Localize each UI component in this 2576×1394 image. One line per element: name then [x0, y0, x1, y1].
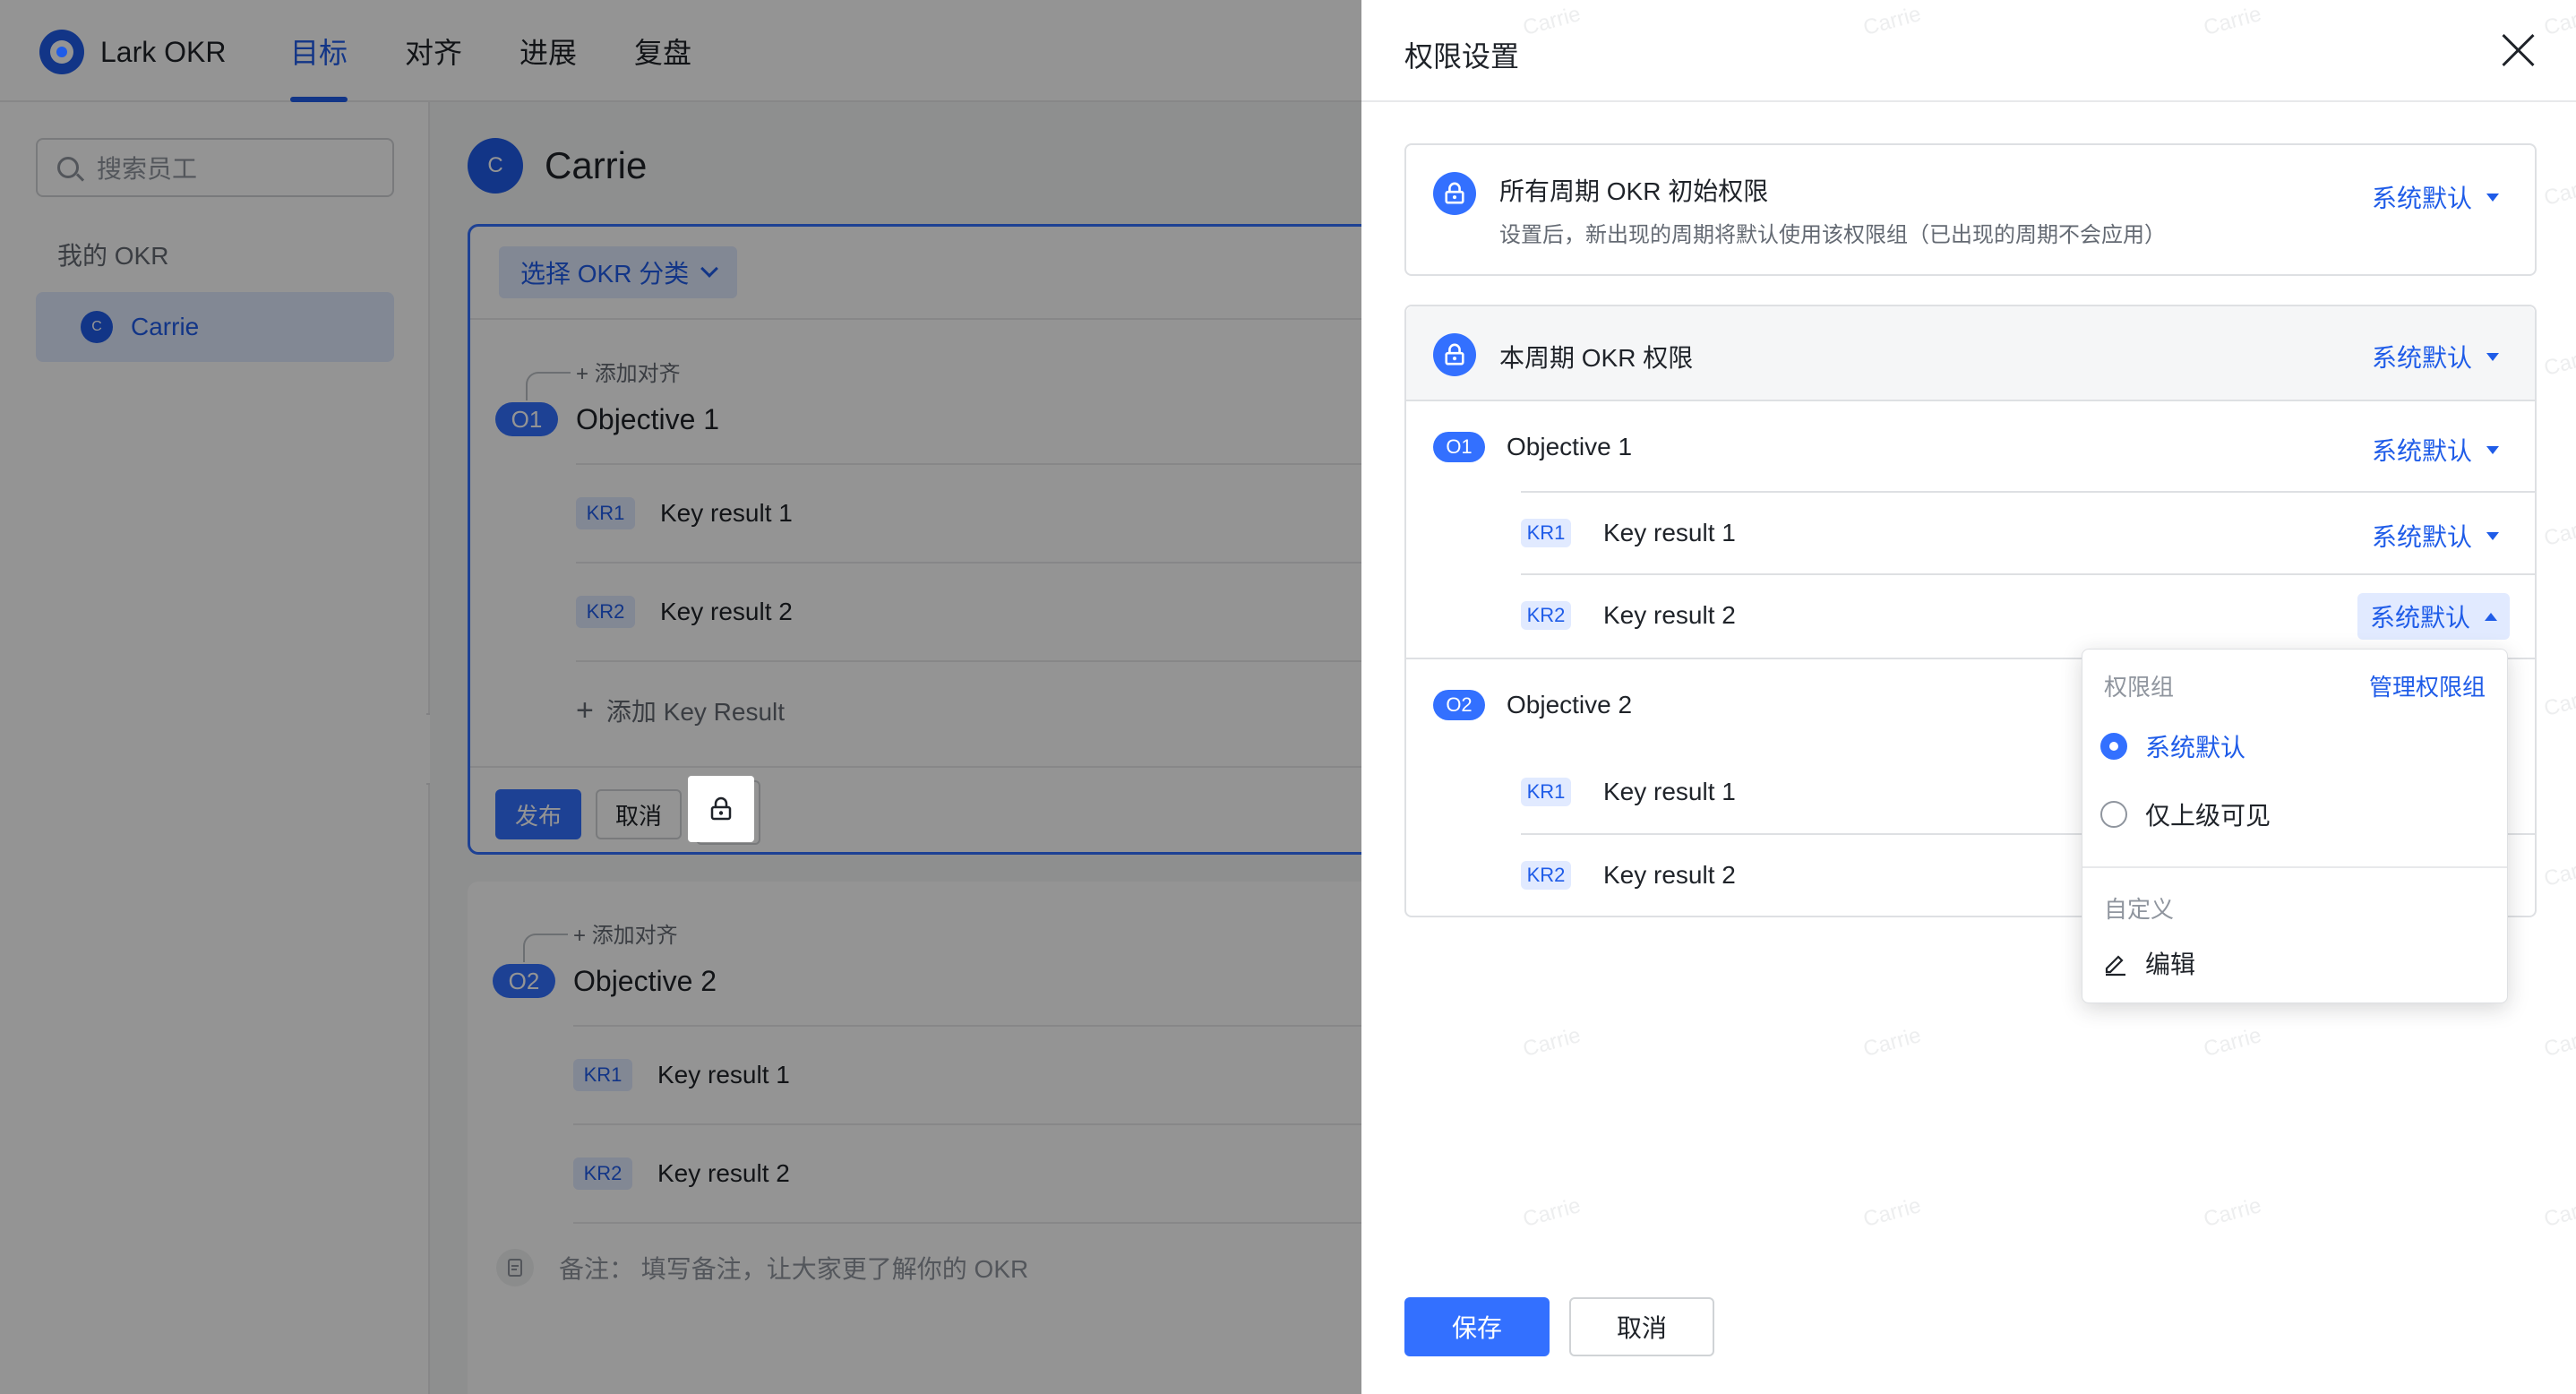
watermark-text: Carrie	[2541, 1023, 2576, 1063]
okr-app: Lark OKR 目标 对齐 进展 复盘 搜索员工 我的 OKR C Carri…	[0, 0, 1361, 1394]
watermark-text: Carrie	[2201, 1023, 2264, 1063]
close-icon[interactable]	[2501, 32, 2537, 68]
objective-badge: O1	[1433, 432, 1485, 462]
watermark-text: Carrie	[1520, 1193, 1584, 1233]
watermark-text: Carrie	[2541, 683, 2576, 722]
pencil-icon	[2105, 955, 2125, 977]
objective-permission-select[interactable]: 系统默认	[2372, 432, 2499, 468]
lock-icon	[1433, 172, 1476, 215]
kr-badge: KR1	[1521, 519, 1571, 547]
custom-label: 自定义	[2104, 896, 2175, 923]
drawer-title: 权限设置	[1404, 40, 1520, 73]
permission-button-highlight[interactable]	[688, 776, 754, 842]
option-superior-only[interactable]: 仅上级可见	[2100, 796, 2271, 832]
all-period-permission-select[interactable]: 系统默认	[2372, 179, 2499, 215]
lock-icon	[1433, 333, 1476, 376]
save-button[interactable]: 保存	[1404, 1297, 1550, 1356]
lock-icon	[710, 796, 732, 821]
caret-down-icon	[2486, 445, 2499, 454]
permission-group-dropdown: 权限组 管理权限组 系统默认 仅上级可见 自定义 编辑	[2082, 649, 2508, 1003]
kr-permission-select-open[interactable]: 系统默认	[2357, 593, 2510, 640]
kr-badge: KR2	[1521, 601, 1571, 630]
radio-selected-icon	[2100, 733, 2127, 760]
manage-permission-groups-link[interactable]: 管理权限组	[2369, 669, 2486, 702]
all-period-title: 所有周期 OKR 初始权限	[1499, 177, 1769, 205]
drawer-header: 权限设置	[1361, 0, 2576, 102]
kr-title: Key result 2	[1603, 601, 1736, 629]
permission-objective-row: O2 Objective 2	[1433, 690, 1632, 720]
watermark-text: Carrie	[2541, 342, 2576, 382]
kr-badge: KR2	[1521, 861, 1571, 890]
permission-objective-row: O1 Objective 1	[1433, 432, 1632, 462]
modal-mask[interactable]	[0, 0, 1361, 1394]
watermark-text: Carrie	[2541, 172, 2576, 211]
current-period-title: 本周期 OKR 权限	[1499, 344, 1694, 372]
divider	[2082, 866, 2507, 868]
cancel-button[interactable]: 取消	[1569, 1297, 1714, 1356]
watermark-text: Carrie	[2541, 853, 2576, 892]
option-system-default[interactable]: 系统默认	[2100, 728, 2245, 764]
watermark-text: Carrie	[1860, 1193, 1924, 1233]
watermark-text: Carrie	[1520, 1023, 1584, 1063]
edit-custom-permission[interactable]: 编辑	[2102, 945, 2195, 981]
caret-down-icon	[2486, 531, 2499, 540]
watermark-text: Carrie	[2541, 1193, 2576, 1233]
watermark-text: Carrie	[2541, 512, 2576, 552]
all-period-description: 设置后，新出现的周期将默认使用该权限组（已出现的周期不会应用）	[1499, 223, 2166, 247]
kr-title: Key result 1	[1603, 519, 1736, 546]
kr-permission-select[interactable]: 系统默认	[2372, 518, 2499, 554]
kr-badge: KR1	[1521, 778, 1571, 806]
all-period-permission: 所有周期 OKR 初始权限 设置后，新出现的周期将默认使用该权限组（已出现的周期…	[1404, 143, 2537, 276]
caret-down-icon	[2486, 193, 2499, 202]
current-period-permission-select[interactable]: 系统默认	[2372, 339, 2499, 374]
objective-title: Objective 2	[1507, 691, 1633, 719]
current-period-header: 本周期 OKR 权限 系统默认	[1406, 306, 2535, 401]
watermark-text: Carrie	[2201, 1193, 2264, 1233]
caret-down-icon	[2486, 352, 2499, 361]
caret-up-icon	[2485, 612, 2497, 621]
objective-badge: O2	[1433, 690, 1485, 720]
radio-icon	[2100, 801, 2127, 828]
watermark-text: Carrie	[1860, 1023, 1924, 1063]
objective-title: Objective 1	[1507, 433, 1633, 460]
dropdown-group-label: 权限组	[2104, 674, 2175, 701]
kr-title: Key result 2	[1603, 861, 1736, 889]
kr-title: Key result 1	[1603, 778, 1736, 805]
